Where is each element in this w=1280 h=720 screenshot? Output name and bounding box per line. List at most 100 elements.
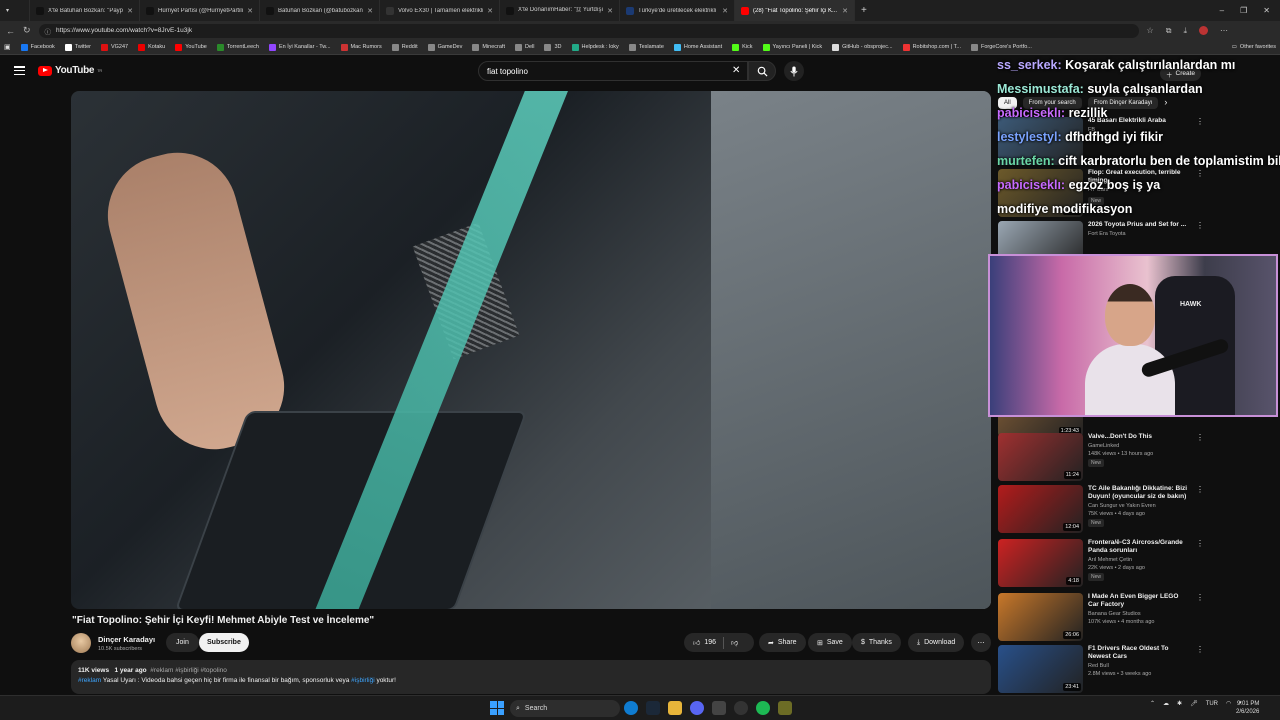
bookmark-item[interactable]: Kick bbox=[732, 43, 753, 51]
channel-avatar[interactable] bbox=[71, 633, 91, 653]
recommendation-item[interactable]: 4:18 Frontera/ë-C3 Aircross/Grande Panda … bbox=[998, 539, 1278, 590]
download-button[interactable]: ⤓ Download bbox=[908, 633, 965, 652]
bookmark-item[interactable]: YouTube bbox=[175, 43, 207, 51]
channel-name[interactable]: Dinçer Karadayı bbox=[98, 635, 155, 644]
recommendation-channel[interactable]: Arıl Mehmet Çetin bbox=[1088, 557, 1188, 563]
voice-search-button[interactable] bbox=[784, 61, 804, 81]
close-window-icon[interactable]: ✕ bbox=[1263, 6, 1270, 15]
video-thumbnail[interactable]: 23:41 bbox=[998, 645, 1083, 693]
video-thumbnail[interactable]: 4:18 bbox=[998, 539, 1083, 587]
join-button[interactable]: Join bbox=[166, 633, 199, 652]
edge-icon[interactable] bbox=[624, 701, 638, 715]
bookmark-item[interactable]: ForgeCore's Portfo... bbox=[970, 43, 1032, 51]
browser-tab[interactable]: X'te DonanımHaber: "🇺 Yurtdışı... ✕ bbox=[500, 0, 620, 21]
bookmark-item[interactable]: Home Assistant bbox=[673, 43, 722, 51]
recommendation-item[interactable]: 23:41 F1 Drivers Race Oldest To Newest Ca… bbox=[998, 645, 1278, 696]
close-tab-icon[interactable]: ✕ bbox=[247, 7, 253, 15]
bookmark-item[interactable]: TorrentLeech bbox=[216, 43, 259, 51]
wifi-icon[interactable]: ◠ bbox=[1226, 700, 1231, 707]
recommendation-title[interactable]: Frontera/ë-C3 Aircross/Grande Panda soru… bbox=[1088, 539, 1188, 555]
new-tab-button[interactable]: + bbox=[855, 0, 873, 21]
bookmark-item[interactable]: Minecraft bbox=[472, 43, 505, 51]
recommendation-title[interactable]: I Made An Even Bigger LEGO Car Factory bbox=[1088, 593, 1188, 609]
close-tab-icon[interactable]: ✕ bbox=[487, 7, 493, 15]
browser-tab[interactable]: Hürriyet Partisi (@HurriyetPartiliTr) ✕ bbox=[140, 0, 260, 21]
site-info-icon[interactable]: ⓘ bbox=[45, 26, 52, 36]
clock[interactable]: 9:01 PM 2/6/2026 bbox=[1236, 700, 1259, 716]
recommendation-item[interactable]: 12:04 TC Aile Bakanlığı Dikkatine: Bizi D… bbox=[998, 485, 1278, 536]
close-tab-icon[interactable]: ✕ bbox=[722, 7, 728, 15]
more-actions-button[interactable]: ⋯ bbox=[971, 633, 991, 652]
video-description[interactable]: 11K views 1 year ago #reklam #işbirliği … bbox=[71, 660, 991, 694]
recommendation-title[interactable]: TC Aile Bakanlığı Dikkatine: Bizi Duyun!… bbox=[1088, 485, 1188, 501]
video-player[interactable] bbox=[71, 91, 991, 609]
youtube-logo[interactable]: YouTube TR bbox=[38, 65, 102, 76]
more-vertical-icon[interactable]: ⋮ bbox=[1196, 593, 1204, 602]
more-vertical-icon[interactable]: ⋮ bbox=[1196, 539, 1204, 548]
mic-tray-icon[interactable]: 🎤︎ bbox=[1190, 700, 1198, 707]
close-tab-icon[interactable]: ✕ bbox=[842, 7, 848, 15]
like-button[interactable]: 👍︎ 196 bbox=[693, 638, 716, 647]
browser-tab[interactable]: Batuhan Bozkan (@batubozkan) / X✕ bbox=[260, 0, 380, 21]
search-button[interactable] bbox=[748, 61, 776, 81]
bookmark-item[interactable]: Kotaku bbox=[138, 43, 165, 51]
bookmark-item[interactable]: Robitshop.com | T... bbox=[902, 43, 961, 51]
bookmark-item[interactable]: Twitter bbox=[64, 43, 91, 51]
recommendation-channel[interactable]: Banana Gear Studios bbox=[1088, 611, 1188, 617]
menu-icon[interactable] bbox=[14, 66, 25, 75]
recommendation-title[interactable]: F1 Drivers Race Oldest To Newest Cars bbox=[1088, 645, 1188, 661]
browser-tab[interactable]: X'te Batuhan Bozkan: "Paypal, App... ✕ bbox=[30, 0, 140, 21]
bookmark-item[interactable]: GitHub - obsprojec... bbox=[832, 43, 893, 51]
maximize-icon[interactable]: ❐ bbox=[1240, 6, 1247, 15]
search-input[interactable]: fiat topolino bbox=[478, 61, 748, 81]
dislike-button[interactable]: 👎︎ bbox=[731, 638, 738, 647]
video-thumbnail[interactable]: 12:04 bbox=[998, 485, 1083, 533]
close-tab-icon[interactable]: ✕ bbox=[367, 7, 373, 15]
hashtag-isbirligi[interactable]: #işbirliği bbox=[351, 677, 374, 684]
profile-avatar[interactable] bbox=[1198, 25, 1208, 35]
save-button[interactable]: ⊞ Save bbox=[808, 633, 852, 652]
extensions-icon[interactable]: ⧉ bbox=[1166, 26, 1172, 36]
bookmark-item[interactable]: VG247 bbox=[100, 43, 128, 51]
bookmark-item[interactable]: Helpdesk : loky bbox=[571, 43, 619, 51]
hashtag-reklam[interactable]: #reklam bbox=[78, 677, 101, 684]
bluetooth-icon[interactable]: ✱ bbox=[1177, 700, 1182, 707]
other-favorites[interactable]: ▭ Other favorites bbox=[1232, 44, 1276, 50]
cloud-icon[interactable]: ☁ bbox=[1163, 700, 1169, 707]
tab-actions-button[interactable]: ▾ bbox=[0, 0, 30, 21]
clear-search-icon[interactable]: ✕ bbox=[732, 65, 740, 76]
discord-icon[interactable] bbox=[690, 701, 704, 715]
file-explorer-icon[interactable] bbox=[668, 701, 682, 715]
back-icon[interactable]: ← bbox=[6, 26, 15, 36]
bookmark-item[interactable]: GameDev bbox=[427, 43, 462, 51]
bookmark-item[interactable]: Teslamate bbox=[628, 43, 664, 51]
chevron-up-icon[interactable]: ⌃ bbox=[1150, 700, 1155, 707]
browser-tab[interactable]: (28) "Fiat Topolino: Şehir İçi K... ✕ bbox=[735, 0, 855, 21]
more-vertical-icon[interactable]: ⋮ bbox=[1196, 645, 1204, 654]
bookmark-item[interactable]: 3D bbox=[544, 43, 562, 51]
start-button[interactable] bbox=[490, 701, 504, 715]
refresh-icon[interactable]: ↻ bbox=[23, 25, 31, 36]
recommendation-channel[interactable]: Red Bull bbox=[1088, 663, 1188, 669]
share-button[interactable]: ➦ Share bbox=[759, 633, 806, 652]
spotify-icon[interactable] bbox=[756, 701, 770, 715]
recommendation-title[interactable]: Valve...Don't Do This bbox=[1088, 433, 1188, 441]
description-tags[interactable]: #reklam #işbirliği #topolino bbox=[150, 667, 227, 674]
url-field[interactable]: ⓘ https://www.youtube.com/watch?v=8JrvE-… bbox=[38, 23, 1139, 38]
recommendation-channel[interactable]: Can Sungur ve Yakın Evren bbox=[1088, 503, 1188, 509]
bookmark-item[interactable]: Mac Rumors bbox=[340, 43, 382, 51]
github-desktop-icon[interactable] bbox=[734, 701, 748, 715]
bookmark-item[interactable]: Dell bbox=[515, 43, 534, 51]
apps-icon[interactable]: ▣ bbox=[4, 43, 11, 51]
taskbar-search[interactable]: ⌕ Search bbox=[510, 700, 620, 717]
bookmark-item[interactable]: Facebook bbox=[20, 43, 55, 51]
recommendation-item[interactable]: 11:24 Valve...Don't Do This GameLinked 148K… bbox=[998, 433, 1278, 484]
more-vertical-icon[interactable]: ⋮ bbox=[1196, 433, 1204, 442]
minimize-icon[interactable]: – bbox=[1220, 6, 1224, 15]
more-menu-icon[interactable]: ⋯ bbox=[1220, 26, 1228, 36]
language-indicator[interactable]: TUR bbox=[1206, 701, 1218, 707]
steam-icon[interactable] bbox=[646, 701, 660, 715]
app-icon[interactable] bbox=[778, 701, 792, 715]
video-thumbnail[interactable]: 11:24 bbox=[998, 433, 1083, 481]
close-tab-icon[interactable]: ✕ bbox=[127, 7, 133, 15]
